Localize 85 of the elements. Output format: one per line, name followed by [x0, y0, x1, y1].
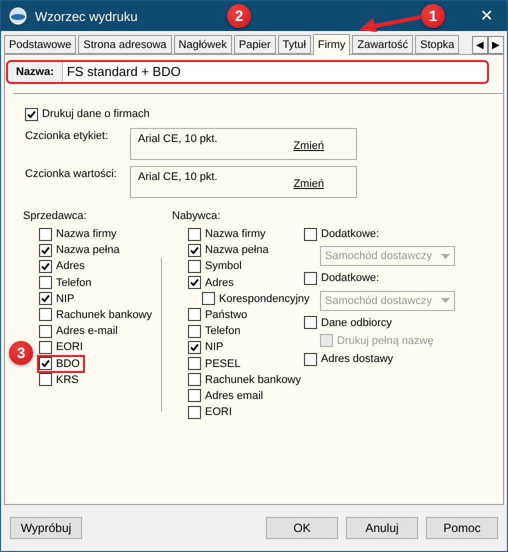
checkbox-label: Drukuj dane o firmach	[42, 108, 150, 120]
tab-scroll-button[interactable]: ▶	[488, 36, 504, 54]
tab[interactable]: Papier	[234, 35, 276, 54]
checkbox-label: Telefon	[56, 276, 92, 289]
tab[interactable]: Stopka	[415, 35, 460, 54]
checkbox-label: Dodatkowe:	[321, 272, 380, 284]
checkbox[interactable]	[188, 260, 201, 273]
checkbox-label: Adres dostawy	[321, 353, 394, 366]
checkbox-label: PESEL	[205, 358, 240, 370]
checkbox-label: Korespondencyjny	[219, 292, 310, 305]
checkbox[interactable]	[304, 228, 317, 240]
checkbox[interactable]	[202, 292, 215, 306]
checkbox-label: Nazwa pełna	[205, 244, 269, 256]
checkbox-label: NIP	[205, 341, 224, 354]
dialog-button[interactable]: Anuluj	[346, 517, 418, 539]
checkbox[interactable]	[39, 244, 52, 257]
dropdown-caret-icon	[441, 254, 450, 259]
checkbox[interactable]	[39, 308, 52, 322]
dropdown-caret-icon	[441, 298, 450, 304]
section-title: Sprzedawca:	[23, 210, 88, 224]
tab[interactable]: Firmy	[312, 34, 350, 55]
tab[interactable]: Nagłówek	[174, 35, 232, 54]
tab[interactable]: Zawartość	[352, 35, 414, 54]
checkbox[interactable]	[304, 352, 317, 366]
tab[interactable]: Podstawowe	[4, 35, 76, 54]
checkbox[interactable]	[25, 108, 38, 120]
dialog-button[interactable]: Pomoc	[426, 517, 498, 539]
checkbox-label: Rachunek bankowy	[56, 308, 152, 321]
checkbox[interactable]	[188, 373, 201, 386]
checkbox[interactable]	[39, 228, 52, 240]
checkbox[interactable]	[39, 373, 52, 386]
annotation-arrow	[359, 13, 421, 33]
checkbox[interactable]	[39, 260, 52, 273]
checkbox-label: Adres email	[205, 390, 264, 402]
change-link[interactable]: Zmień	[293, 133, 324, 159]
dialog-button[interactable]: OK	[266, 517, 338, 539]
checkbox-label: Symbol	[205, 260, 242, 272]
checkbox[interactable]	[188, 228, 201, 240]
checkbox[interactable]	[39, 340, 52, 354]
font-label: Czcionka wartości:	[25, 167, 118, 182]
checkbox[interactable]	[188, 244, 201, 257]
checkbox-label: Rachunek bankowy	[205, 374, 302, 386]
dialog-button[interactable]: Wypróbuj	[10, 517, 82, 539]
checkbox-label: Adres e-mail	[56, 325, 118, 338]
checkbox[interactable]	[188, 308, 201, 322]
checkbox[interactable]	[39, 292, 52, 306]
checkbox-label: Nazwa firmy	[205, 228, 266, 240]
checkbox-label: KRS	[56, 374, 79, 386]
checkbox-label: Dodatkowe:	[321, 228, 380, 240]
tab-scroll-button[interactable]: ◀	[472, 36, 488, 54]
name-label: Nazwa:	[8, 62, 63, 82]
checkbox-label: Telefon	[205, 325, 240, 338]
change-link[interactable]: Zmień	[293, 171, 324, 197]
tab[interactable]: Tytuł	[278, 35, 311, 54]
window-title: Wzorzec wydruku	[35, 8, 138, 24]
checkbox[interactable]	[188, 357, 201, 370]
font-value: Arial CE, 10 pkt.	[138, 171, 218, 185]
checkbox-label: Adres	[205, 276, 234, 289]
checkbox[interactable]	[188, 389, 201, 402]
section-title: Nabywca:	[172, 210, 222, 224]
checkbox[interactable]	[188, 324, 201, 338]
font-label: Czcionka etykiet:	[25, 129, 110, 144]
checkbox[interactable]	[304, 272, 317, 285]
checkbox-label: Adres	[56, 260, 85, 272]
checkbox[interactable]	[304, 316, 317, 330]
checkbox-label: Drukuj pełną nazwę	[337, 334, 434, 347]
checkbox[interactable]	[188, 276, 201, 290]
name-input-field[interactable]: FS standard + BDO	[62, 62, 487, 82]
checkbox-label: BDO	[56, 358, 80, 370]
app-logo-icon	[9, 7, 27, 25]
checkbox[interactable]	[39, 276, 52, 290]
checkbox-label: Państwo	[205, 308, 248, 321]
checkbox-label: EORI	[205, 406, 232, 418]
checkbox-label: Nazwa pełna	[56, 244, 120, 256]
checkbox[interactable]	[39, 357, 52, 370]
checkbox-label: Dane odbiorcy	[321, 316, 392, 329]
checkbox-label: EORI	[56, 341, 83, 354]
checkbox[interactable]	[39, 324, 52, 338]
checkbox[interactable]	[188, 340, 201, 354]
checkbox[interactable]	[188, 406, 201, 419]
tab[interactable]: Strona adresowa	[78, 35, 172, 54]
checkbox-label: Nazwa firmy	[56, 228, 117, 240]
font-value: Arial CE, 10 pkt.	[138, 133, 218, 147]
checkbox-label: NIP	[56, 292, 74, 305]
close-button[interactable]: ✕	[474, 6, 499, 26]
